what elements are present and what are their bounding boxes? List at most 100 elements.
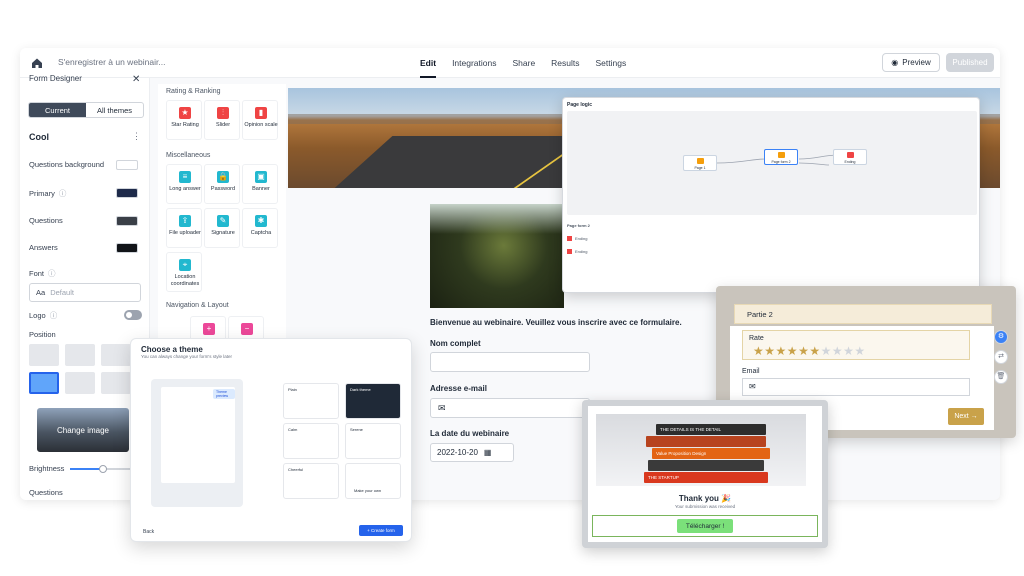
logic-node-ending[interactable]: Ending [833,149,867,165]
theme-card-plain[interactable]: Plain [283,383,339,419]
captcha-icon: ✱ [255,215,267,227]
back-button[interactable]: Back [143,529,154,535]
forest-image [430,204,564,308]
palette-item-label: Opinion scale [244,122,278,128]
position-option-left[interactable] [65,344,95,366]
theme-name: Plain [288,387,297,392]
theme-name: Serene [350,427,363,432]
close-icon[interactable]: ✕ [132,74,140,85]
theme-card-serene[interactable]: Serene [345,423,401,459]
email-question-input[interactable]: ✉ [742,378,970,396]
logic-node-page-form-2[interactable]: Page form 2 [764,149,798,165]
partie-title: Partie 2 [734,304,992,324]
questions-background-swatch[interactable] [116,160,138,170]
tab-settings[interactable]: Settings [596,48,627,78]
theme-card-cheerful[interactable]: Cheerful [283,463,339,499]
book-spine [646,436,766,447]
star-rating[interactable]: ★★★★★★★★★★ [753,345,866,358]
calendar-icon: ▦ [483,448,492,457]
star-icon[interactable]: ★ [843,344,854,358]
published-button[interactable]: Published [946,53,994,72]
tab-integrations[interactable]: Integrations [452,48,496,78]
next-button[interactable]: Next → [948,408,984,425]
palette-item-banner[interactable]: ▣ Banner [242,164,278,204]
palette-item-signature[interactable]: ✎ Signature [204,208,240,248]
star-icon[interactable]: ★ [787,344,798,358]
thank-you-inner: THE DETAILS IS THE DETAIL Value Proposit… [588,406,822,542]
star-icon[interactable]: ★ [832,344,843,358]
download-button[interactable]: Télécharger ! [677,519,733,533]
location-coordinates-icon: ⌖ [179,259,191,271]
date-input[interactable]: 2022-10-20 ▦ [430,443,514,462]
tab-results[interactable]: Results [551,48,579,78]
palette-item-opinion-scale[interactable]: ▮ Opinion scale [242,100,278,140]
star-icon[interactable]: ★ [798,344,809,358]
star-icon[interactable]: ★ [854,344,865,358]
nav-icon: − [241,323,253,335]
star-icon[interactable]: ★ [753,344,764,358]
swap-icon[interactable]: ⇄ [994,350,1008,364]
font-select[interactable]: Aa Default [29,283,141,302]
position-option-center[interactable] [65,372,95,394]
star-icon[interactable]: ★ [776,344,787,358]
banner-icon: ▣ [255,171,267,183]
star-icon[interactable]: ★ [821,344,832,358]
books-image: THE DETAILS IS THE DETAIL Value Proposit… [596,414,806,486]
font-value: Default [50,288,74,297]
star-icon[interactable]: ★ [809,344,820,358]
font-label: Font ⓘ [29,268,56,279]
position-option-selected[interactable] [29,372,59,394]
palette-item-label: Slider [215,122,231,128]
star-rating-icon: ★ [179,107,191,119]
logic-node-page-1[interactable]: Page 1 [683,155,717,171]
nav-icon: + [203,323,215,335]
star-icon[interactable]: ★ [764,344,775,358]
position-option-right[interactable] [101,344,131,366]
rate-question[interactable]: Rate ★★★★★★★★★★ [742,330,970,360]
palette-item-long-answer[interactable]: ≡ Long answer [166,164,202,204]
ending-icon [567,236,572,241]
email-input[interactable]: ✉ [430,398,590,418]
brightness-slider[interactable] [70,465,130,473]
palette-item-location-coordinates[interactable]: ⌖ Location coordinates [166,252,202,292]
palette-item-file-uploader[interactable]: ⇪ File uploader [166,208,202,248]
tab-current[interactable]: Current [29,103,86,117]
tab-all-themes[interactable]: All themes [86,103,143,117]
brightness-knob[interactable] [99,465,107,473]
signature-icon: ✎ [217,215,229,227]
position-option-full[interactable] [29,344,59,366]
change-image-button[interactable]: Change image [37,408,129,452]
node-label: Ending [844,160,856,164]
palette-item-captcha[interactable]: ✱ Captcha [242,208,278,248]
primary-swatch[interactable] [116,188,138,198]
palette-item-label: Location coordinates [170,274,200,287]
settings-icon[interactable]: ⚙ [994,330,1008,344]
palette-item-slider[interactable]: ⫶ Slider [204,100,240,140]
preview-button[interactable]: ◉ Preview [882,53,940,72]
theme-name: Cheerful [288,467,304,472]
ending-icon [847,152,854,158]
trash-icon[interactable]: 🗑 [994,370,1008,384]
logic-row-1[interactable]: Ending [567,235,587,242]
palette-item-password[interactable]: 🔒 Password [204,164,240,204]
create-form-button[interactable]: + Create form [359,525,403,536]
palette-item-star-rating[interactable]: ★ Star Rating [166,100,202,140]
theme-card-dark[interactable]: Dark theme [345,383,401,419]
more-options-icon[interactable]: ⋮ [132,131,141,142]
breadcrumb[interactable]: S'enregistrer à un webinair... [58,57,165,67]
answers-swatch[interactable] [116,243,138,253]
theme-card-calm[interactable]: Calm [283,423,339,459]
theme-card-make-your-own[interactable]: Make your own [345,463,401,499]
thank-you-card: THE DETAILS IS THE DETAIL Value Proposit… [582,400,828,548]
logo-text: Logo [29,311,46,320]
position-option-bottom[interactable] [101,372,131,394]
tab-share[interactable]: Share [512,48,535,78]
full-name-input[interactable] [430,352,590,372]
top-bar: S'enregistrer à un webinair... Edit Inte… [20,48,1000,78]
home-icon[interactable] [30,56,44,70]
file-uploader-icon: ⇪ [179,215,191,227]
logic-row-2[interactable]: Ending [567,248,587,255]
logo-toggle[interactable] [124,310,142,320]
tab-edit[interactable]: Edit [420,48,437,78]
questions-swatch[interactable] [116,216,138,226]
